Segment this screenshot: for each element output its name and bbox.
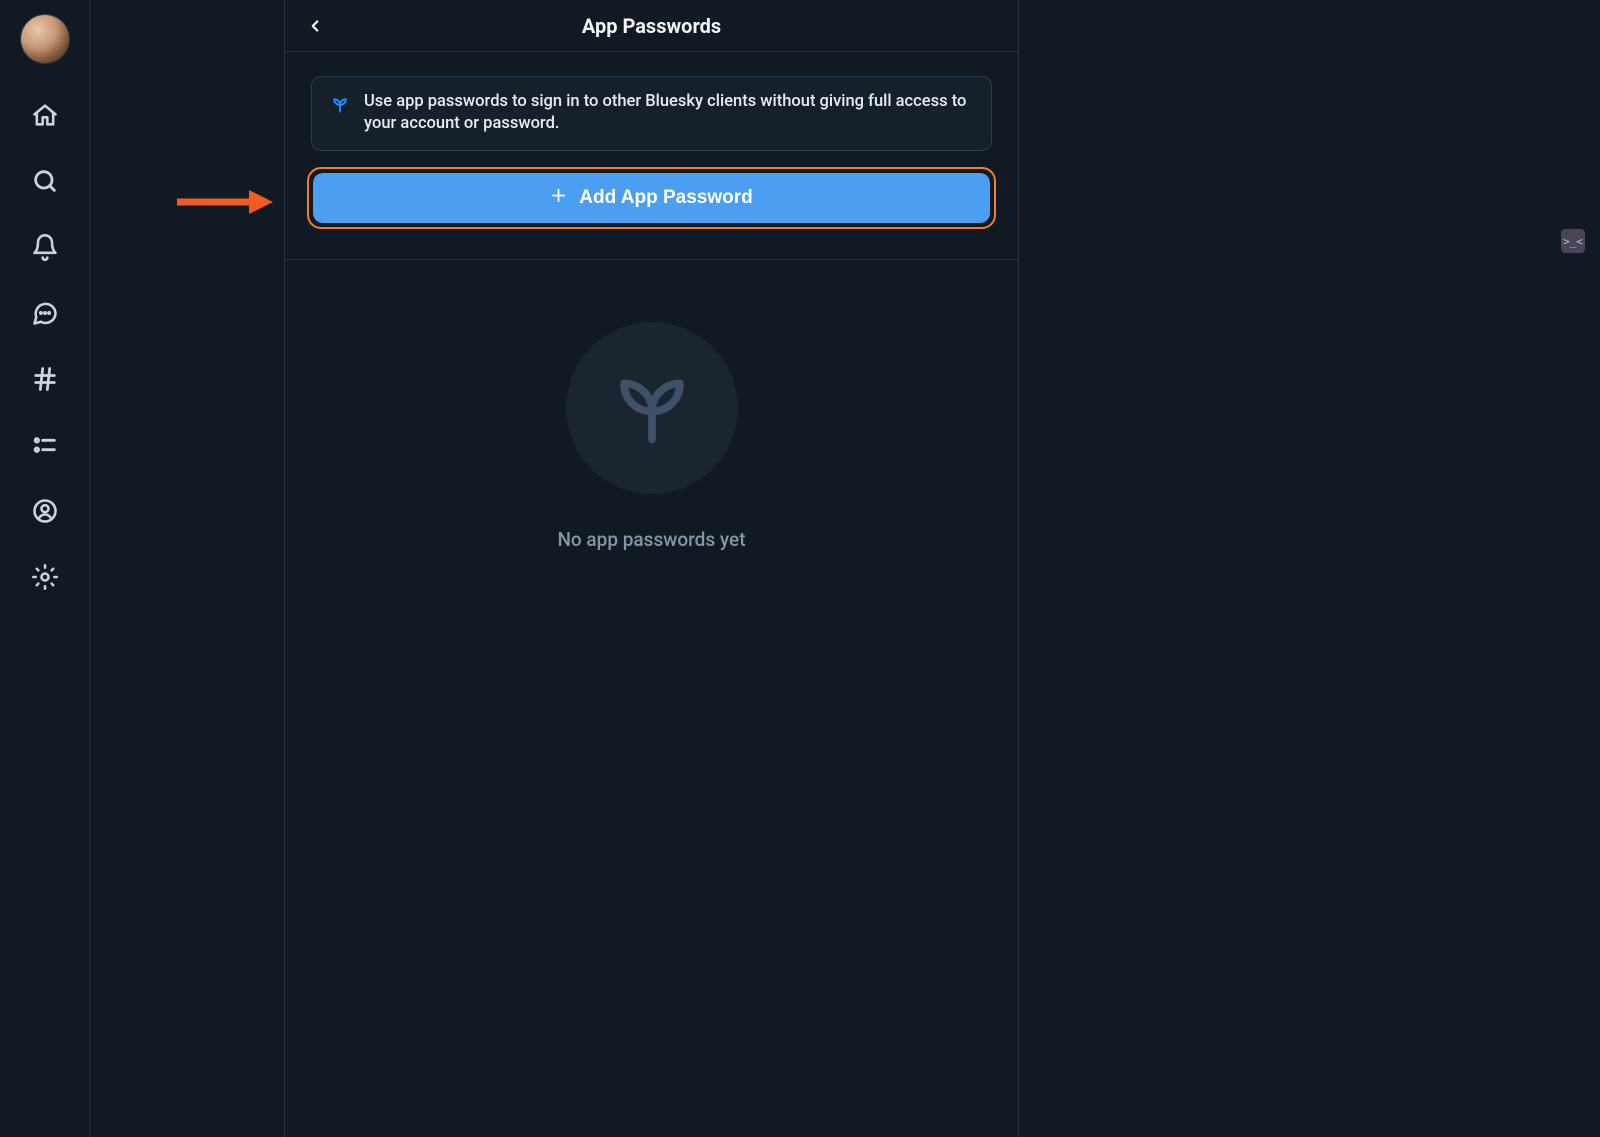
arrow-annotation-icon <box>177 188 273 216</box>
home-icon[interactable] <box>31 101 59 129</box>
settings-icon[interactable] <box>31 563 59 591</box>
avatar[interactable] <box>21 15 69 63</box>
chat-icon[interactable] <box>31 299 59 327</box>
add-button-highlight: Add App Password <box>307 167 996 229</box>
hashtag-icon[interactable] <box>31 365 59 393</box>
bell-icon[interactable] <box>31 233 59 261</box>
back-button[interactable] <box>301 12 329 40</box>
profile-icon[interactable] <box>31 497 59 525</box>
page-title: App Passwords <box>285 14 1018 38</box>
empty-state-illustration <box>566 322 738 494</box>
plus-icon <box>550 187 567 208</box>
page-header: App Passwords <box>285 0 1018 52</box>
info-text: Use app passwords to sign in to other Bl… <box>364 91 973 136</box>
add-button-label: Add App Password <box>579 187 752 209</box>
empty-state: No app passwords yet <box>285 259 1018 551</box>
sprout-large-icon <box>610 366 694 450</box>
nav-rail <box>0 0 90 1137</box>
float-badge-label: >_< <box>1563 235 1583 248</box>
info-card: Use app passwords to sign in to other Bl… <box>311 76 992 151</box>
chevron-left-icon <box>306 17 324 35</box>
search-icon[interactable] <box>31 167 59 195</box>
float-badge[interactable]: >_< <box>1561 229 1585 253</box>
sprout-icon <box>330 95 350 115</box>
list-icon[interactable] <box>31 431 59 459</box>
add-app-password-button[interactable]: Add App Password <box>313 173 990 223</box>
empty-state-text: No app passwords yet <box>557 528 745 551</box>
main-column: App Passwords Use app passwords to sign … <box>284 0 1019 1137</box>
